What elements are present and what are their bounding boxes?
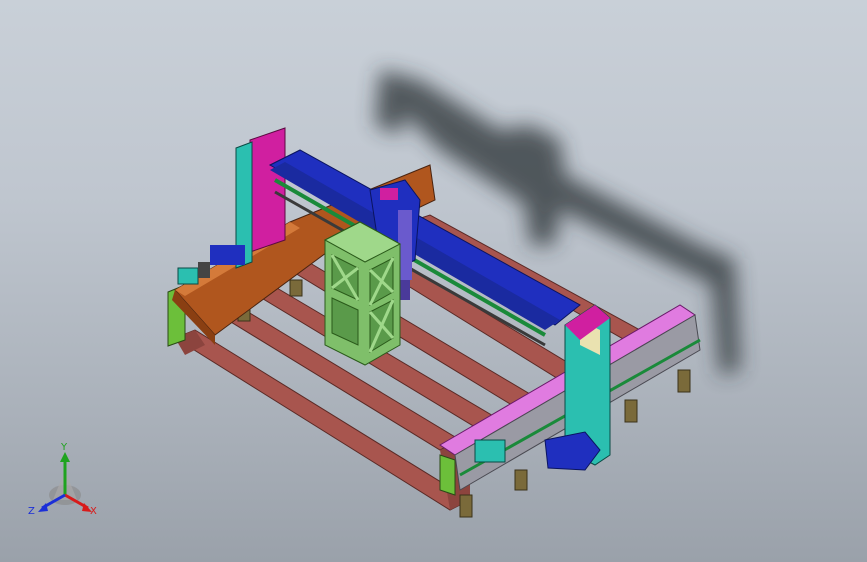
y-axis-label: Y <box>60 442 68 453</box>
x-axis-label: X <box>90 506 97 517</box>
gantry-assembly-model[interactable] <box>0 0 867 562</box>
green-lattice-cage <box>323 221 402 366</box>
orientation-triad: Y X Z <box>28 442 97 517</box>
z-axis-label: Z <box>28 506 35 517</box>
cad-viewport[interactable]: Y X Z <box>0 0 867 562</box>
